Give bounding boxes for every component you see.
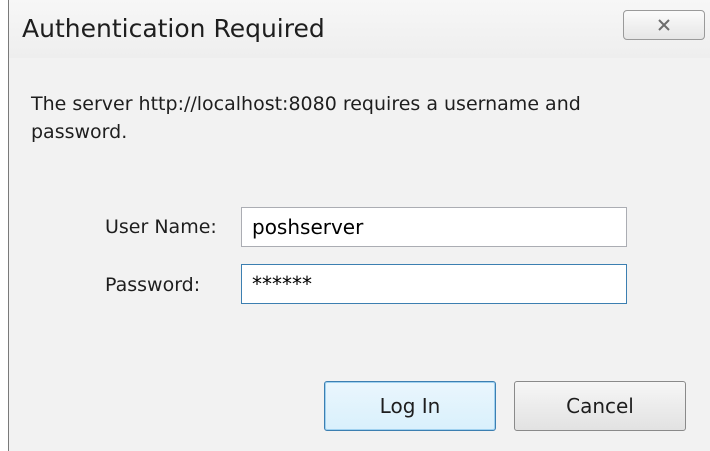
cancel-button[interactable]: Cancel xyxy=(514,381,686,431)
password-input[interactable] xyxy=(241,264,627,304)
username-input[interactable] xyxy=(241,207,627,247)
password-label: Password: xyxy=(105,274,201,296)
title-bar: Authentication Required xyxy=(9,0,710,58)
close-x-icon xyxy=(657,19,671,31)
close-button[interactable] xyxy=(623,10,705,40)
login-button[interactable]: Log In xyxy=(324,381,496,431)
username-label: User Name: xyxy=(105,216,217,238)
dialog-title: Authentication Required xyxy=(22,14,325,43)
auth-message: The server http://localhost:8080 require… xyxy=(31,93,581,143)
auth-dialog: Authentication Required The server http:… xyxy=(8,0,710,451)
